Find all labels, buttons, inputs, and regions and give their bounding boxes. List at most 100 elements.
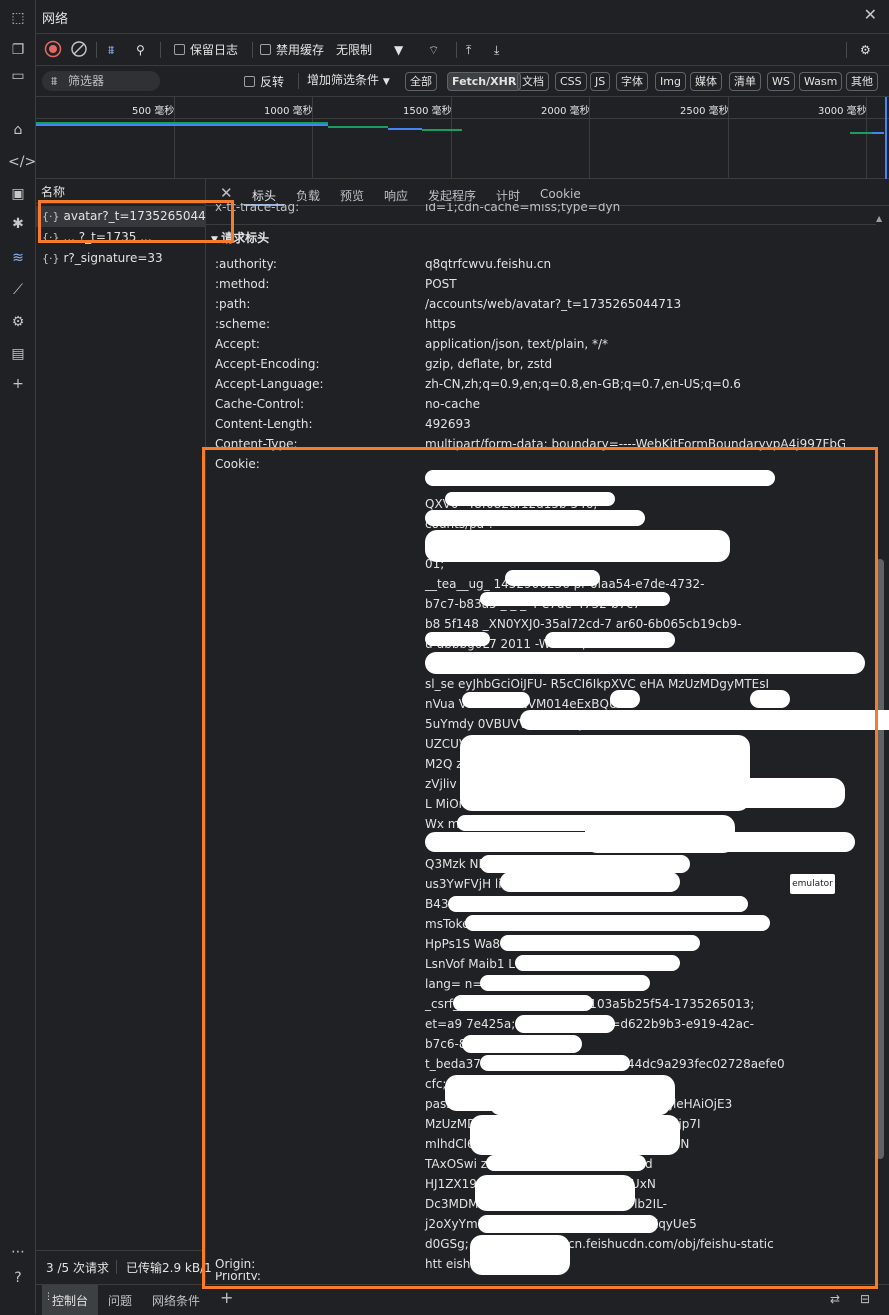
waterfall-bar: [422, 129, 462, 131]
inspect-icon[interactable]: ⬚: [8, 8, 28, 28]
xhr-icon: {·}: [42, 252, 60, 265]
drawer-tab-issues[interactable]: 问题: [108, 1292, 132, 1309]
highlight-request-box: [38, 200, 234, 243]
more-icon[interactable]: ⋯: [8, 1242, 28, 1262]
home-icon[interactable]: ⌂: [8, 120, 28, 140]
header-value: no-cache: [425, 397, 481, 411]
disable-cache-checkbox[interactable]: 禁用缓存: [260, 40, 324, 60]
record-button[interactable]: [44, 40, 62, 60]
drawer-tab-console[interactable]: 控制台: [52, 1292, 88, 1309]
close-drawer-icon[interactable]: ⊟: [860, 1292, 870, 1306]
type-filter-media[interactable]: 媒体: [690, 72, 722, 91]
timeline-tick: 2500 毫秒: [680, 106, 729, 117]
waterfall-bar: [872, 132, 884, 134]
detail-tabs: ✕ 标头 负载 预览 响应 发起程序 计时 Cookie: [206, 179, 889, 206]
preserve-log-checkbox[interactable]: 保留日志: [174, 40, 238, 60]
waterfall-bar: [388, 128, 422, 130]
record-icon: [44, 40, 62, 58]
tab-payload[interactable]: 负载: [296, 187, 320, 204]
application-icon[interactable]: ▤: [8, 344, 28, 364]
network-conditions-icon[interactable]: ⌔: [428, 40, 439, 60]
dock-icon[interactable]: ⇄: [830, 1292, 840, 1306]
drawer-tab-network-conditions[interactable]: 网络条件: [152, 1292, 200, 1309]
type-filter-css[interactable]: CSS: [555, 72, 587, 91]
timeline-tick: 1000 毫秒: [264, 106, 313, 117]
header-key: Accept:: [215, 337, 260, 351]
device-toolbar-icon[interactable]: ❐: [8, 40, 28, 60]
type-filter-fetch-xhr[interactable]: Fetch/XHR: [447, 72, 522, 91]
filter-input[interactable]: ⩩ 筛选器: [42, 71, 160, 91]
activity-bar: ⬚ ❐ ▭ ⌂ </> ▣ ✱ ≋ ⟋ ⚙ ▤ + ⋯ ?: [0, 0, 36, 1314]
filter-toggle-icon[interactable]: ⩩: [108, 40, 114, 60]
request-row[interactable]: {·} r?_signature=33: [36, 248, 206, 269]
help-icon[interactable]: ?: [8, 1268, 28, 1288]
type-filter-other[interactable]: 其他: [846, 72, 878, 91]
bug-icon[interactable]: ✱: [8, 214, 28, 234]
request-count: 3 /5 次请求: [46, 1261, 109, 1275]
elements-icon[interactable]: </>: [8, 152, 36, 172]
status-bar: 3 /5 次请求 已传输2.9 kB/1: [36, 1250, 212, 1284]
console-icon[interactable]: ▣: [8, 184, 28, 204]
throttle-value: 无限制: [336, 43, 373, 57]
header-value: /accounts/web/avatar?_t=1735265044713: [425, 297, 682, 311]
tab-headers[interactable]: 标头: [252, 187, 276, 204]
memory-icon[interactable]: ⚙: [8, 312, 28, 332]
import-har-icon[interactable]: ⤒: [466, 40, 471, 60]
performance-icon[interactable]: ⟋: [8, 280, 28, 300]
header-key: :method:: [215, 277, 270, 291]
header-value: gzip, deflate, br, zstd: [425, 357, 553, 371]
clear-button[interactable]: [70, 40, 88, 60]
type-filter-ws[interactable]: WS: [767, 72, 795, 91]
type-filter-all[interactable]: 全部: [405, 72, 437, 91]
close-icon[interactable]: ✕: [864, 5, 877, 24]
header-key: Content-Length:: [215, 417, 313, 431]
throttle-select[interactable]: 无限制 ▼: [336, 40, 403, 60]
header-key: :path:: [215, 297, 251, 311]
header-key: Accept-Language:: [215, 377, 324, 391]
header-key: :scheme:: [215, 317, 270, 331]
tab-preview[interactable]: 预览: [340, 187, 364, 204]
timeline-tick: 1500 毫秒: [403, 106, 452, 117]
tab-response[interactable]: 响应: [384, 187, 408, 204]
type-filter-js[interactable]: JS: [590, 72, 611, 91]
filter-icon: ⩩: [51, 74, 58, 88]
search-icon[interactable]: ⚲: [136, 40, 145, 60]
timeline-cursor: [885, 97, 887, 179]
timeline-tick: 2000 毫秒: [541, 106, 590, 117]
network-wifi-icon[interactable]: ≋: [8, 248, 28, 268]
request-list: 名称 {·}avatar?_t=1735265044713 {·}... ?_t…: [36, 179, 206, 1250]
tab-cookie[interactable]: Cookie: [540, 187, 581, 201]
header-value: application/json, text/plain, */*: [425, 337, 609, 351]
export-har-icon[interactable]: ⤓: [494, 40, 499, 60]
settings-gear-icon[interactable]: ⚙: [860, 40, 871, 60]
add-tool-icon[interactable]: +: [8, 374, 28, 394]
type-filter-font[interactable]: 字体: [616, 72, 648, 91]
scroll-up-icon[interactable]: ▲: [876, 214, 882, 223]
header-value: https: [425, 317, 456, 331]
clear-icon: [71, 41, 87, 57]
more-filters-dropdown[interactable]: 增加筛选条件 ▼: [307, 70, 390, 90]
type-filter-img[interactable]: Img: [655, 72, 686, 91]
network-toolbar: ⩩ ⚲ 保留日志 禁用缓存 无限制 ▼ ⌔ ⤒ ⤓ ⚙: [36, 34, 889, 66]
header-value: zh-CN,zh;q=0.9,en;q=0.8,en-GB;q=0.7,en-U…: [425, 377, 741, 391]
tab-initiator[interactable]: 发起程序: [428, 187, 476, 204]
waterfall-bar: [328, 126, 388, 128]
invert-checkbox[interactable]: 反转: [244, 72, 284, 92]
preserve-log-label: 保留日志: [190, 43, 239, 57]
window-icon[interactable]: ▭: [8, 66, 28, 86]
panel-title-bar: 网络 ✕: [36, 0, 889, 34]
type-filter-doc[interactable]: 文档: [517, 72, 549, 91]
header-key: Accept-Encoding:: [215, 357, 320, 371]
type-filter-manifest[interactable]: 清单: [729, 72, 761, 91]
add-drawer-tab-icon[interactable]: +: [220, 1288, 233, 1307]
transferred-size: 已传输2.9 kB/1: [126, 1261, 212, 1275]
filter-bar: ⩩ 筛选器 反转 增加筛选条件 ▼ 全部 Fetch/XHR 文档 CSS JS…: [36, 66, 889, 97]
panel-title: 网络: [42, 12, 69, 27]
overview-timeline[interactable]: 500 毫秒 1000 毫秒 1500 毫秒 2000 毫秒 2500 毫秒 3…: [36, 97, 889, 179]
header-value: q8qtrfcwvu.feishu.cn: [425, 257, 552, 271]
tab-timing[interactable]: 计时: [496, 187, 520, 204]
type-filter-wasm[interactable]: Wasm: [799, 72, 843, 91]
waterfall-bar: [36, 124, 328, 126]
chevron-down-icon: ▼: [394, 43, 404, 57]
header-key: :authority:: [215, 257, 277, 271]
